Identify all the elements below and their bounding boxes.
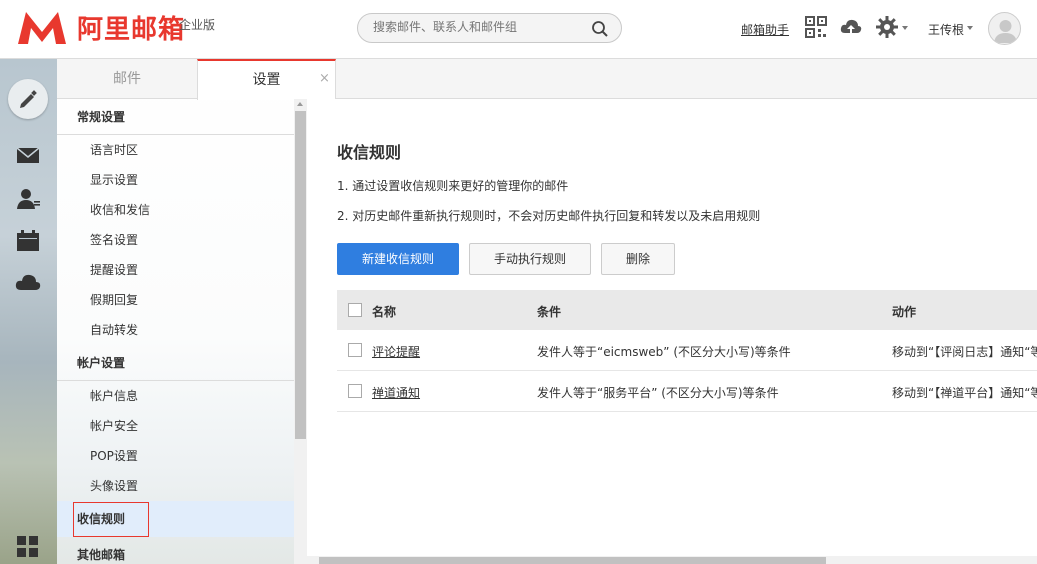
rule-condition: 发件人等于“eicmsweb” (不区分大小写)等条件 bbox=[537, 345, 791, 359]
table-header: 名称 条件 动作 bbox=[337, 290, 1037, 330]
scroll-up-icon[interactable] bbox=[297, 102, 303, 106]
settings-nav-list: 常规设置 语言时区 显示设置 收信和发信 签名设置 提醒设置 假期回复 自动转发… bbox=[57, 99, 294, 564]
row-checkbox[interactable] bbox=[348, 343, 362, 357]
apps-icon[interactable] bbox=[14, 533, 42, 561]
brand-name[interactable]: 阿里邮箱 bbox=[77, 9, 185, 46]
tab-close-icon[interactable]: × bbox=[319, 71, 330, 86]
mail-helper-link[interactable]: 邮箱助手 bbox=[741, 21, 789, 38]
nav-item-signature[interactable]: 签名设置 bbox=[57, 225, 294, 255]
nav-section-other-mailbox[interactable]: 其他邮箱 bbox=[57, 537, 294, 564]
search-icon[interactable] bbox=[591, 20, 609, 38]
tab-bar: 邮件 设置 × bbox=[57, 59, 1037, 100]
nav-item-account-info[interactable]: 帐户信息 bbox=[57, 381, 294, 411]
qrcode-icon[interactable] bbox=[805, 16, 827, 38]
nav-item-avatar[interactable]: 头像设置 bbox=[57, 471, 294, 501]
nav-section-general: 常规设置 bbox=[57, 99, 294, 135]
delete-button[interactable]: 删除 bbox=[601, 243, 675, 275]
contacts-icon[interactable] bbox=[14, 185, 42, 213]
tip-line-1: 1. 通过设置收信规则来更好的管理你的邮件 bbox=[337, 179, 569, 193]
left-icon-bar bbox=[0, 59, 57, 564]
main-content: 收信规则 1. 通过设置收信规则来更好的管理你的邮件 2. 对历史邮件重新执行规… bbox=[307, 99, 1037, 564]
cloud-upload-icon[interactable] bbox=[840, 16, 862, 38]
nav-item-vacation-reply[interactable]: 假期回复 bbox=[57, 285, 294, 315]
search-box[interactable] bbox=[357, 13, 622, 43]
run-rules-button[interactable]: 手动执行规则 bbox=[469, 243, 591, 275]
compose-button[interactable] bbox=[8, 79, 48, 119]
rule-condition: 发件人等于“服务平台” (不区分大小写)等条件 bbox=[537, 386, 779, 400]
main-horizontal-scrollbar[interactable] bbox=[307, 556, 1037, 564]
nav-item-send-receive[interactable]: 收信和发信 bbox=[57, 195, 294, 225]
top-bar: 阿里邮箱 企业版 邮箱助手 王传根 bbox=[0, 0, 1037, 59]
nav-item-account-security[interactable]: 帐户安全 bbox=[57, 411, 294, 441]
nav-item-receive-rules[interactable]: 收信规则 bbox=[57, 501, 294, 537]
row-checkbox[interactable] bbox=[348, 384, 362, 398]
brand-edition: 企业版 bbox=[179, 18, 216, 32]
rule-name-link[interactable]: 评论提醒 bbox=[372, 343, 420, 360]
nav-item-pop[interactable]: POP设置 bbox=[57, 441, 294, 471]
settings-caret-icon[interactable] bbox=[902, 26, 908, 30]
rules-table: 名称 条件 动作 评论提醒 发件人等于“eicmsweb” (不区分大小写)等条… bbox=[337, 290, 1037, 412]
tab-settings[interactable]: 设置 bbox=[197, 59, 336, 100]
nav-item-display[interactable]: 显示设置 bbox=[57, 165, 294, 195]
rule-action: 移动到“【禅道平台】通知“等 bbox=[892, 386, 1037, 400]
calendar-icon[interactable] bbox=[14, 227, 42, 255]
compose-icon bbox=[20, 90, 37, 108]
brand-logo-icon[interactable] bbox=[16, 10, 68, 46]
nav-item-language-timezone[interactable]: 语言时区 bbox=[57, 135, 294, 165]
column-name: 名称 bbox=[372, 305, 397, 319]
rule-name-link[interactable]: 禅道通知 bbox=[372, 384, 420, 401]
user-menu-caret-icon[interactable] bbox=[967, 26, 973, 30]
nav-item-reminders[interactable]: 提醒设置 bbox=[57, 255, 294, 285]
search-input[interactable] bbox=[373, 20, 583, 34]
column-action: 动作 bbox=[892, 305, 917, 319]
rule-action: 移动到“【评阅日志】通知“等 bbox=[892, 345, 1037, 359]
tab-mail[interactable]: 邮件 bbox=[57, 59, 197, 99]
select-all-checkbox[interactable] bbox=[348, 303, 362, 317]
avatar[interactable] bbox=[988, 12, 1021, 45]
nav-scrollbar[interactable] bbox=[294, 99, 307, 564]
page-title: 收信规则 bbox=[337, 143, 402, 162]
highlight-box bbox=[73, 502, 149, 537]
new-rule-button[interactable]: 新建收信规则 bbox=[337, 243, 459, 275]
table-row[interactable]: 评论提醒 发件人等于“eicmsweb” (不区分大小写)等条件 移动到“【评阅… bbox=[337, 330, 1037, 371]
user-name[interactable]: 王传根 bbox=[928, 21, 964, 38]
column-condition: 条件 bbox=[537, 305, 562, 319]
nav-scrollbar-thumb[interactable] bbox=[295, 111, 306, 439]
user-avatar-icon bbox=[994, 20, 1017, 43]
gear-icon[interactable] bbox=[876, 16, 898, 38]
tip-line-2: 2. 对历史邮件重新执行规则时，不会对历史邮件执行回复和转发以及未启用规则 bbox=[337, 209, 761, 223]
main-scrollbar-thumb[interactable] bbox=[319, 557, 826, 564]
mail-icon[interactable] bbox=[14, 141, 42, 169]
table-row[interactable]: 禅道通知 发件人等于“服务平台” (不区分大小写)等条件 移动到“【禅道平台】通… bbox=[337, 371, 1037, 412]
nav-item-auto-forward[interactable]: 自动转发 bbox=[57, 315, 294, 345]
cloud-icon[interactable] bbox=[14, 269, 42, 297]
nav-section-account: 帐户设置 bbox=[57, 345, 294, 381]
